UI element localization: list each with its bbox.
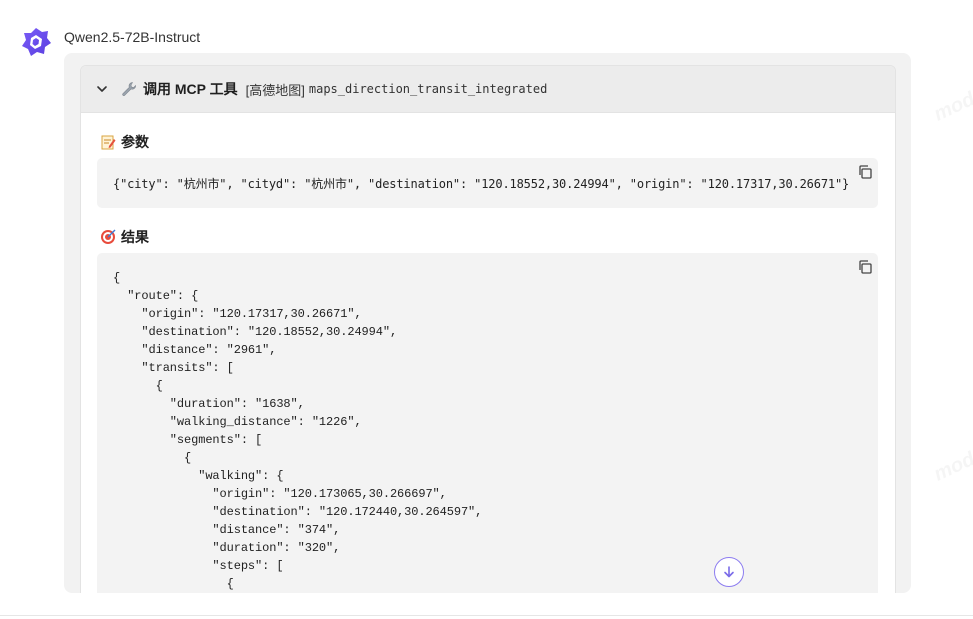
params-heading: 参数 bbox=[100, 132, 149, 152]
divider bbox=[0, 615, 973, 616]
copy-icon[interactable] bbox=[857, 164, 873, 180]
qwen-logo-icon bbox=[22, 28, 51, 56]
params-label: 参数 bbox=[121, 134, 149, 150]
model-name: Qwen2.5-72B-Instruct bbox=[64, 29, 201, 45]
tool-name: maps_direction_transit_integrated bbox=[308, 82, 548, 96]
params-code-block: {"city": "杭州市", "cityd": "杭州市", "destina… bbox=[97, 158, 878, 208]
scroll-to-bottom-button[interactable] bbox=[714, 557, 744, 587]
result-label: 结果 bbox=[121, 229, 149, 245]
arrow-down-circle-icon bbox=[724, 566, 734, 578]
wrench-icon bbox=[122, 82, 136, 96]
watermark: modelscope bbox=[931, 416, 973, 486]
tool-call-panel: 调用 MCP 工具 [高德地图] maps_direction_transit_… bbox=[80, 65, 896, 593]
result-json: { "route": { "origin": "120.17317,30.266… bbox=[113, 271, 483, 591]
provider-tag: [高德地图] bbox=[245, 82, 305, 98]
tool-call-title: 调用 MCP 工具 bbox=[143, 81, 238, 97]
copy-icon[interactable] bbox=[857, 259, 873, 275]
tool-call-header[interactable]: 调用 MCP 工具 [高德地图] maps_direction_transit_… bbox=[81, 66, 895, 113]
chevron-down-icon[interactable] bbox=[95, 82, 109, 96]
target-icon bbox=[101, 229, 116, 244]
params-json: {"city": "杭州市", "cityd": "杭州市", "destina… bbox=[113, 177, 850, 191]
result-code-block[interactable]: { "route": { "origin": "120.17317,30.266… bbox=[97, 253, 878, 593]
result-heading: 结果 bbox=[100, 227, 149, 247]
message-card: 调用 MCP 工具 [高德地图] maps_direction_transit_… bbox=[64, 53, 911, 593]
watermark: modelscope bbox=[931, 56, 973, 126]
memo-icon bbox=[101, 135, 116, 150]
